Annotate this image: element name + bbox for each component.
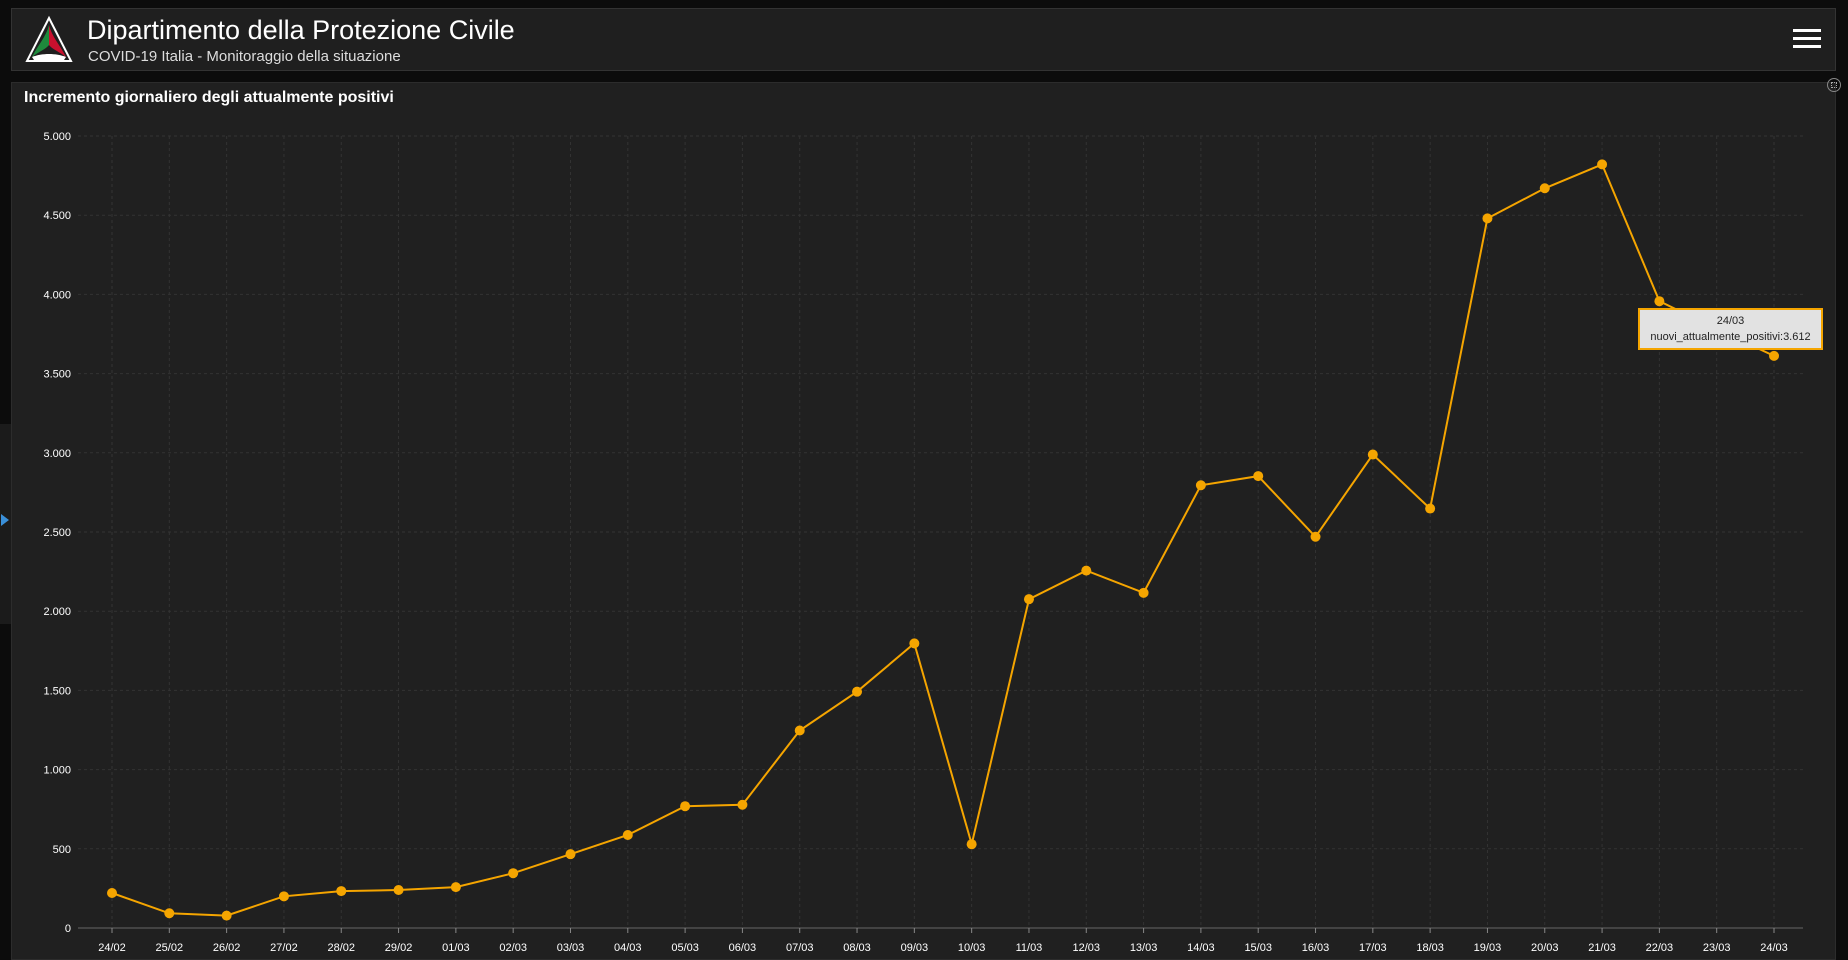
data-point: [393, 884, 404, 895]
data-point: [107, 887, 117, 898]
x-tick-label: 08/03: [843, 942, 871, 954]
data-point: [737, 799, 748, 810]
data-point: [909, 638, 920, 649]
y-tick-label: 4.500: [43, 210, 71, 222]
data-point: [1482, 213, 1493, 224]
x-tick-label: 13/03: [1130, 942, 1158, 954]
x-tick-label: 24/02: [98, 942, 126, 954]
y-tick-label: 4.000: [43, 289, 71, 301]
x-tick-label: 28/02: [327, 942, 355, 954]
y-tick-label: 3.500: [43, 369, 71, 381]
data-point: [1310, 531, 1321, 542]
x-tick-label: 19/03: [1474, 942, 1502, 954]
data-point: [794, 725, 805, 736]
data-point: [565, 849, 576, 860]
data-point: [508, 868, 519, 879]
x-tick-label: 20/03: [1531, 942, 1559, 954]
y-tick-label: 1.000: [43, 765, 71, 777]
x-tick-label: 01/03: [442, 942, 470, 954]
x-tick-label: 21/03: [1588, 942, 1616, 954]
data-point: [1539, 183, 1550, 194]
x-tick-label: 02/03: [499, 942, 527, 954]
x-tick-label: 26/02: [213, 942, 241, 954]
x-tick-label: 25/02: [156, 942, 184, 954]
data-point: [1081, 565, 1092, 576]
x-tick-label: 07/03: [786, 942, 814, 954]
x-tick-label: 09/03: [901, 942, 929, 954]
data-point: [1138, 587, 1149, 598]
x-tick-label: 16/03: [1302, 942, 1330, 954]
x-tick-label: 05/03: [671, 942, 699, 954]
x-tick-label: 29/02: [385, 942, 413, 954]
x-tick-label: 15/03: [1244, 942, 1272, 954]
x-tick-label: 10/03: [958, 942, 986, 954]
data-point: [1654, 296, 1665, 307]
y-tick-label: 0: [65, 923, 71, 935]
x-tick-label: 06/03: [729, 942, 757, 954]
series-line: [111, 163, 1775, 917]
data-point: [966, 839, 977, 850]
x-tick-label: 17/03: [1359, 942, 1387, 954]
x-tick-label: 22/03: [1646, 942, 1674, 954]
data-point: [1597, 159, 1608, 170]
chart-tooltip: 24/03 nuovi_attualmente_positivi:3.612: [1638, 308, 1823, 350]
line-chart: 0 500 1.000 1.500 2.000 2.500 3.000 3.500 4.000 4…: [43, 131, 1803, 954]
x-tick-label: 03/03: [557, 942, 585, 954]
x-tick-label: 23/03: [1703, 942, 1731, 954]
data-point: [1023, 594, 1034, 605]
y-tick-label: 2.000: [43, 606, 71, 618]
data-point: [164, 908, 175, 919]
data-point: [1425, 503, 1436, 514]
data-point: [1769, 350, 1779, 361]
data-point: [1195, 480, 1206, 491]
x-tick-label: 18/03: [1416, 942, 1444, 954]
x-tick-label: 24/03: [1760, 942, 1788, 954]
tooltip-date: 24/03: [1716, 315, 1745, 327]
y-tick-label: 5.000: [43, 131, 71, 143]
data-point: [622, 830, 633, 841]
y-tick-label: 3.000: [43, 448, 71, 460]
data-point: [1367, 449, 1378, 460]
data-point: [221, 910, 232, 921]
tooltip-value: nuovi_attualmente_positivi:3.612: [1650, 331, 1811, 343]
data-point: [680, 801, 691, 812]
x-tick-label: 27/02: [270, 942, 298, 954]
y-tick-label: 2.500: [43, 527, 71, 539]
data-point: [852, 686, 863, 697]
y-tick-label: 500: [53, 844, 71, 856]
x-tick-label: 12/03: [1073, 942, 1101, 954]
data-point: [1253, 471, 1264, 482]
x-tick-label: 04/03: [614, 942, 642, 954]
data-point: [336, 886, 347, 897]
data-point: [450, 882, 461, 893]
x-tick-label: 14/03: [1187, 942, 1215, 954]
x-tick-label: 11/03: [1016, 942, 1043, 954]
data-point: [278, 891, 289, 902]
y-tick-label: 1.500: [43, 685, 71, 697]
